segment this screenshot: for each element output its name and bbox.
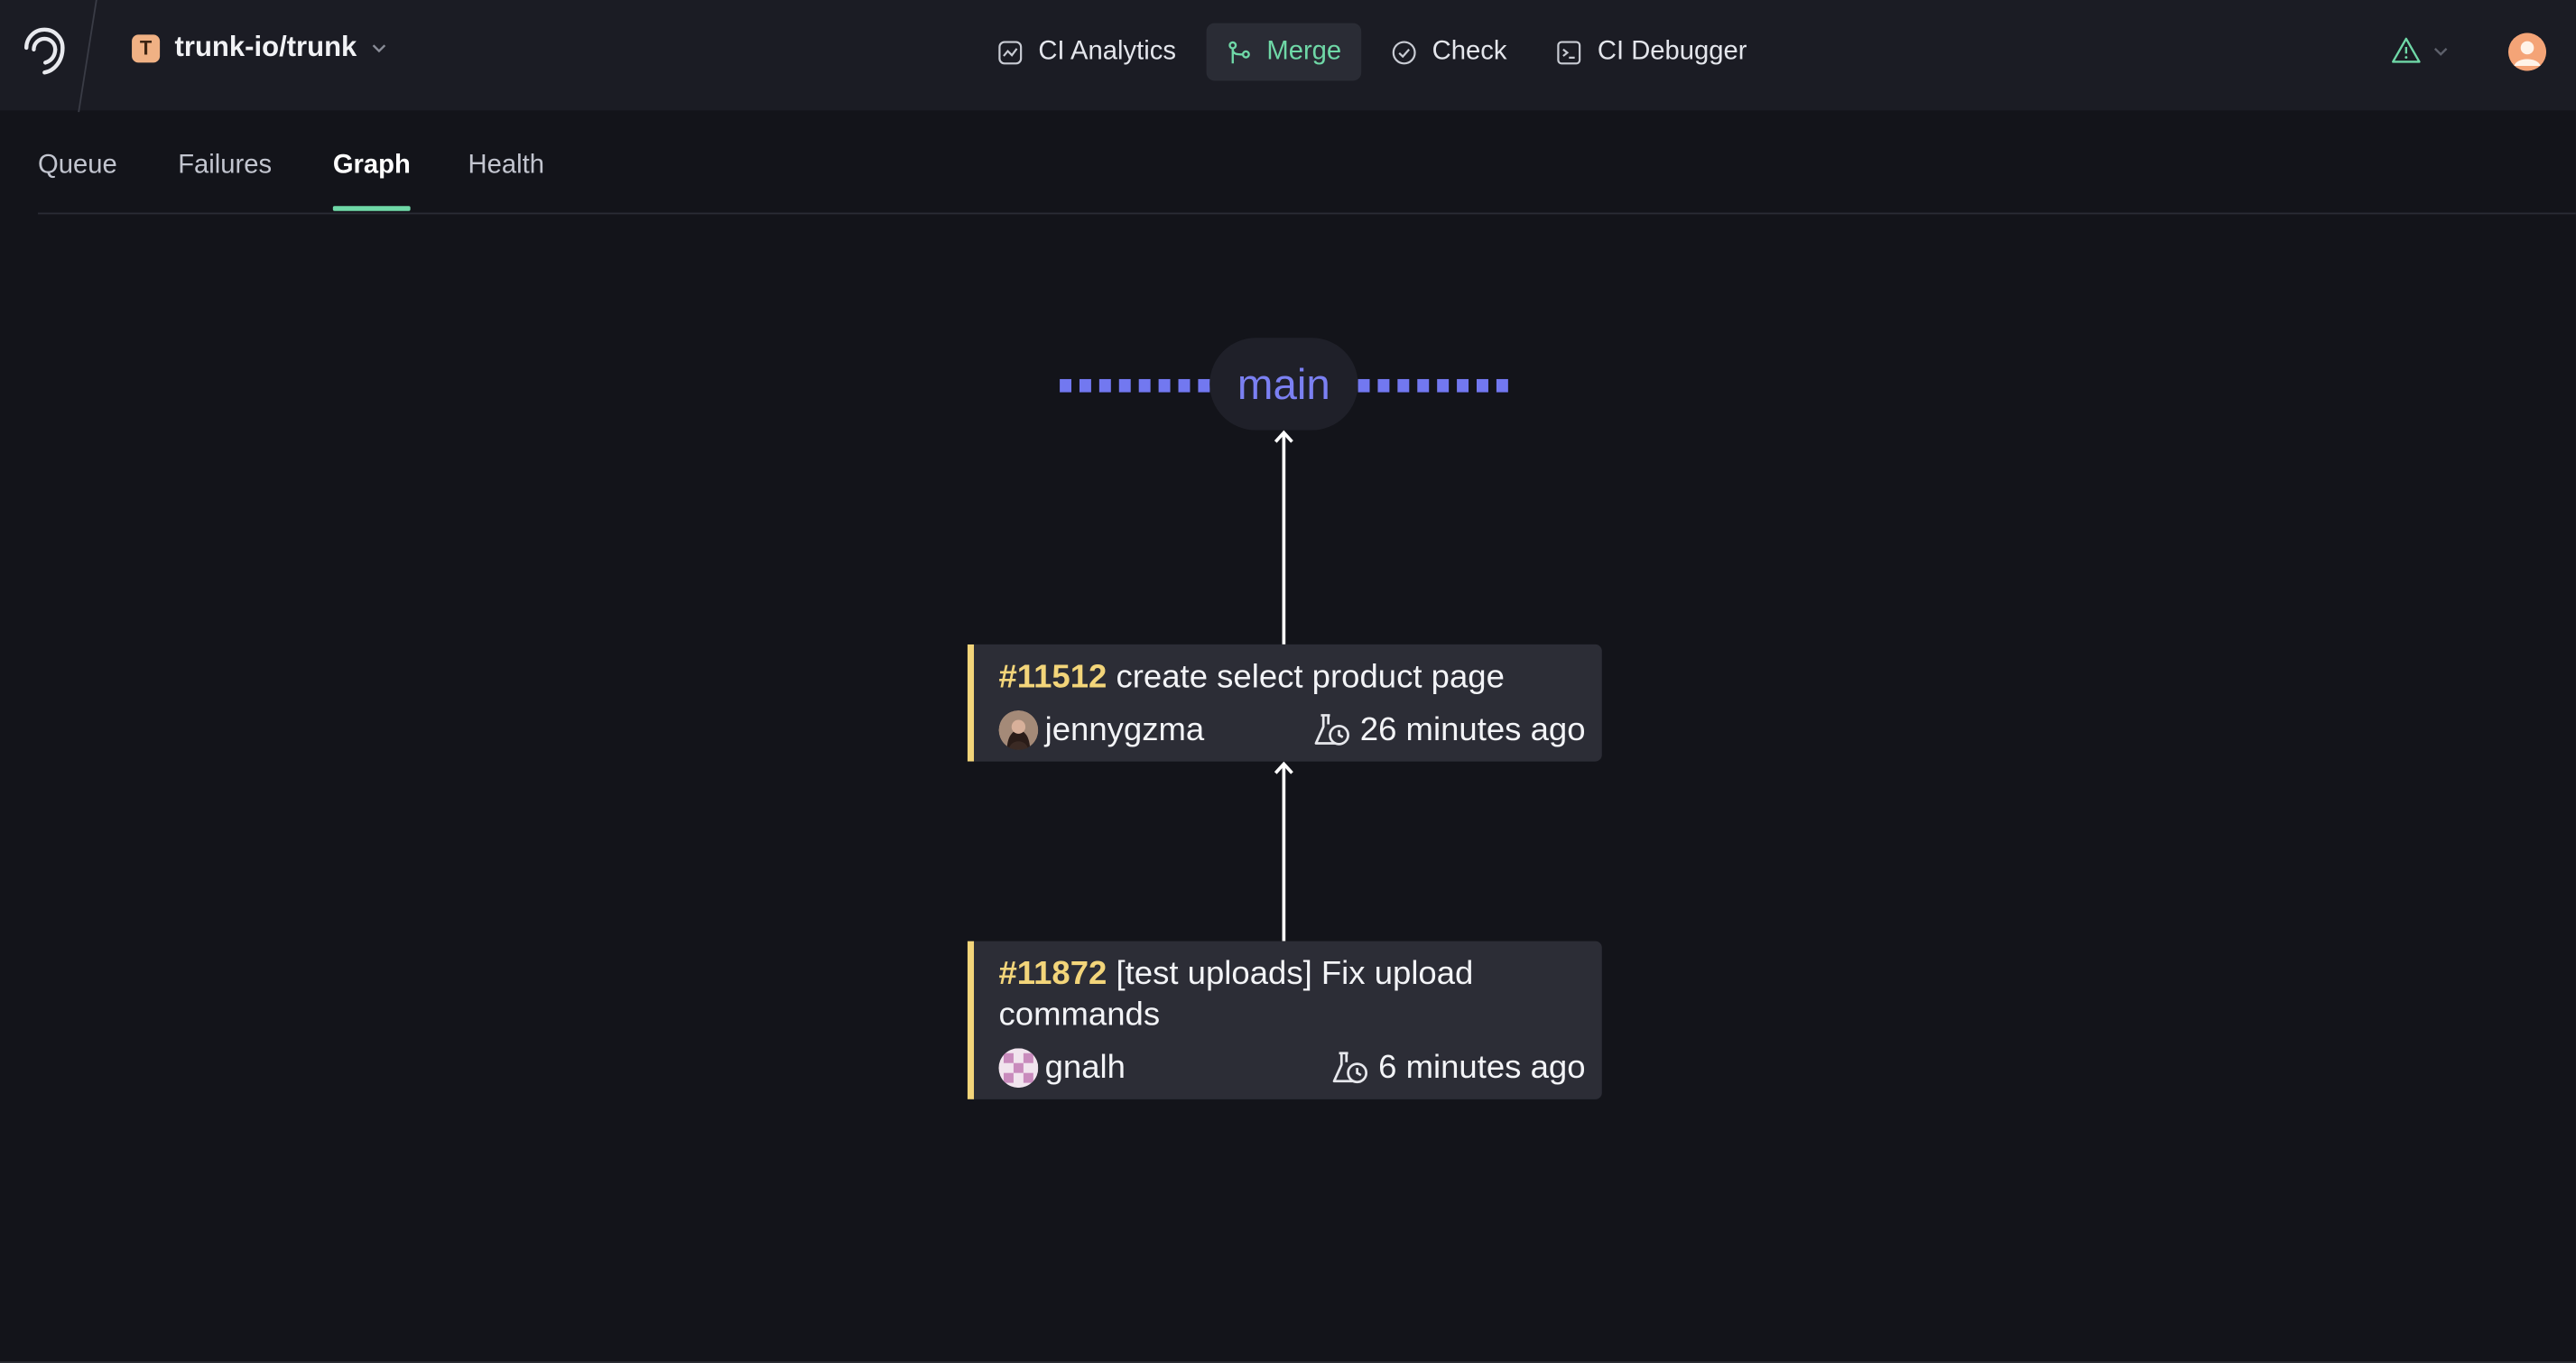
flask-clock-icon [1315, 714, 1350, 746]
terminal-icon [1557, 40, 1581, 64]
time-ago: 26 minutes ago [1359, 710, 1586, 748]
tab-graph[interactable]: Graph [332, 152, 412, 211]
repo-selector[interactable]: T trunk-io/trunk [132, 32, 386, 65]
nav-check[interactable]: Check [1371, 23, 1526, 81]
chart-icon [998, 40, 1023, 64]
nav-merge-label: Merge [1266, 37, 1342, 66]
author-avatar [998, 1048, 1039, 1089]
branch-line-right [1357, 378, 1510, 393]
check-circle-icon [1392, 40, 1416, 64]
chevron-down-icon [2433, 47, 2448, 56]
branch-main-node[interactable]: main [1209, 338, 1358, 431]
nav-ci-analytics-label: CI Analytics [1038, 37, 1176, 66]
merge-icon [1228, 40, 1250, 63]
pr-card[interactable]: #11872 [test uploads] Fix upload command… [967, 941, 1602, 1099]
repo-name: trunk-io/trunk [174, 31, 357, 63]
nav-ci-debugger[interactable]: CI Debugger [1536, 23, 1766, 81]
subnav-tabs: Queue Failures Graph Health [37, 110, 2576, 215]
warning-icon [2392, 37, 2421, 63]
user-avatar-image [2508, 32, 2547, 71]
nav-check-label: Check [1432, 37, 1507, 66]
author-avatar-image [998, 709, 1039, 750]
time-ago: 6 minutes ago [1378, 1049, 1586, 1086]
author-avatar-image [998, 1048, 1039, 1089]
topbar-divider [78, 0, 97, 113]
user-avatar[interactable] [2508, 32, 2547, 71]
tab-failures[interactable]: Failures [178, 152, 272, 211]
main-nav: CI Analytics Merge Check CI Debugger [978, 23, 1777, 81]
pr-title-line: #11872 [test uploads] Fix upload command… [998, 954, 1585, 1036]
author-avatar [998, 709, 1039, 750]
top-bar: T trunk-io/trunk CI Analytics Merge Chec… [0, 0, 2576, 113]
repo-badge: T [132, 33, 161, 62]
graph-edge [1282, 433, 1286, 644]
tab-health[interactable]: Health [468, 152, 544, 211]
pr-title-line: #11512 create select product page [998, 658, 1585, 700]
author-name[interactable]: jennygzma [1045, 711, 1205, 749]
merge-graph: main #11512 create select product page j… [0, 214, 2576, 1361]
pr-author: gnalh [998, 1048, 1126, 1089]
nav-ci-analytics[interactable]: CI Analytics [978, 23, 1196, 81]
nav-ci-debugger-label: CI Debugger [1597, 37, 1747, 66]
pr-number[interactable]: #11512 [998, 659, 1107, 695]
pr-author: jennygzma [998, 709, 1205, 750]
pr-title: create select product page [1116, 659, 1505, 696]
trunk-logo-icon[interactable] [20, 26, 69, 76]
pr-meta: jennygzma 26 minutes ago [998, 709, 1586, 751]
chevron-down-icon [371, 44, 385, 53]
pr-meta: gnalh 6 minutes ago [998, 1046, 1586, 1089]
branch-line-left [1060, 378, 1212, 393]
pr-time: 26 minutes ago [1312, 710, 1586, 750]
graph-edge [1282, 765, 1286, 941]
tab-queue[interactable]: Queue [38, 152, 117, 211]
nav-merge[interactable]: Merge [1205, 23, 1362, 81]
pr-card[interactable]: #11512 create select product page jennyg… [967, 644, 1602, 762]
pr-time: 6 minutes ago [1330, 1048, 1586, 1088]
alerts-menu[interactable] [2391, 36, 2449, 64]
app-window: T trunk-io/trunk CI Analytics Merge Chec… [0, 0, 2576, 1363]
flask-clock-icon [1333, 1052, 1368, 1084]
pr-number[interactable]: #11872 [998, 956, 1107, 992]
author-name[interactable]: gnalh [1045, 1049, 1126, 1087]
